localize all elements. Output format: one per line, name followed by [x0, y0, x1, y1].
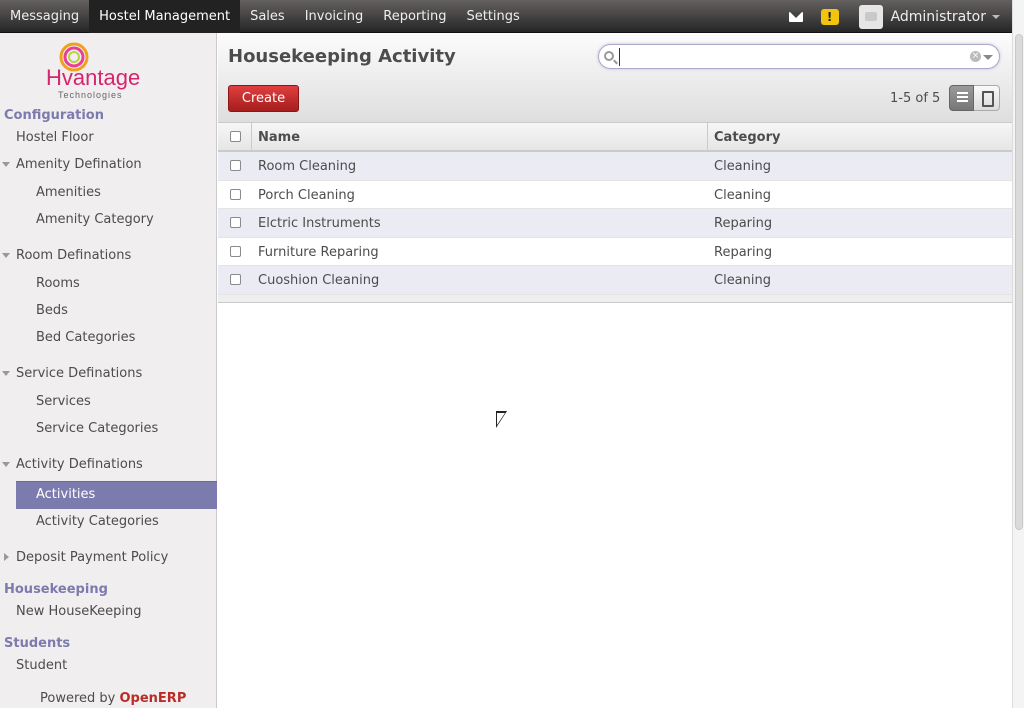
page-title: Housekeeping Activity	[228, 46, 456, 67]
expand-down-icon[interactable]	[2, 162, 10, 167]
sidebar-item-hostel-floor[interactable]: Hostel Floor	[16, 130, 94, 145]
sidebar-item-amenities[interactable]: Amenities	[36, 185, 101, 200]
sidebar-item-student[interactable]: Student	[16, 658, 67, 673]
sidebar-item-amenity-category[interactable]: Amenity Category	[36, 212, 154, 227]
search-input[interactable]	[619, 48, 959, 66]
search-box[interactable]: ×	[598, 44, 1000, 69]
cell-category: Cleaning	[714, 159, 771, 174]
menu-messaging[interactable]: Messaging	[0, 0, 89, 33]
cell-name: Elctric Instruments	[258, 216, 381, 232]
cell-name: Porch Cleaning	[258, 187, 355, 203]
alert-icon[interactable]: !	[820, 8, 839, 25]
table-row[interactable]: Porch Cleaning Cleaning	[218, 180, 1012, 210]
sidebar-item-service-definations[interactable]: Service Definations	[16, 366, 142, 381]
menu-reporting[interactable]: Reporting	[373, 0, 456, 33]
row-checkbox[interactable]	[230, 188, 241, 200]
select-all-checkbox[interactable]	[230, 131, 241, 142]
cell-name: Cuoshion Cleaning	[258, 273, 380, 289]
user-area: ! Administrator	[788, 0, 1014, 33]
sidebar-item-activity-definations[interactable]: Activity Definations	[16, 457, 143, 472]
pager: 1-5 of 5	[890, 91, 941, 106]
avatar[interactable]	[858, 4, 883, 29]
powered-by-label: Powered by	[40, 691, 116, 706]
column-category[interactable]: Category	[714, 130, 780, 145]
sidebar-item-amenity-defination[interactable]: Amenity Defination	[16, 157, 142, 172]
row-checkbox[interactable]	[230, 274, 241, 286]
sidebar-item-room-definations[interactable]: Room Definations	[16, 248, 131, 263]
expand-down-icon[interactable]	[2, 371, 10, 376]
menu-sales[interactable]: Sales	[240, 0, 295, 33]
table-row[interactable]: Furniture Reparing Reparing	[218, 237, 1012, 267]
expand-right-icon[interactable]	[4, 553, 9, 561]
records-table: Name Category Room Cleaning Cleaning Por…	[218, 123, 1012, 303]
top-navbar: Messaging Hostel Management Sales Invoic…	[0, 0, 1014, 33]
cell-category: Reparing	[714, 216, 773, 232]
mouse-cursor-fill	[497, 413, 505, 425]
view-header: Housekeeping Activity × Create 1-5 of 5	[218, 33, 1012, 123]
cell-name: Furniture Reparing	[258, 244, 379, 260]
mail-icon[interactable]	[788, 11, 803, 22]
expand-down-icon[interactable]	[2, 253, 10, 258]
menu-hostel-management[interactable]: Hostel Management	[89, 0, 241, 33]
clear-icon[interactable]: ×	[970, 51, 981, 62]
section-housekeeping: Housekeeping	[4, 582, 108, 597]
user-menu[interactable]: Administrator	[891, 9, 986, 25]
openerp-link[interactable]: OpenERP	[120, 691, 187, 706]
sidebar-item-bed-categories[interactable]: Bed Categories	[36, 330, 135, 345]
cell-category: Reparing	[714, 244, 773, 260]
sidebar-item-services[interactable]: Services	[36, 394, 91, 409]
form-view-icon[interactable]	[974, 85, 1000, 111]
chevron-down-icon[interactable]	[992, 14, 1000, 19]
main-content: Housekeeping Activity × Create 1-5 of 5 …	[218, 33, 1012, 708]
menu-settings[interactable]: Settings	[456, 0, 529, 33]
table-footer	[218, 294, 1012, 303]
top-menu: Messaging Hostel Management Sales Invoic…	[0, 0, 530, 33]
search-options-icon[interactable]	[983, 55, 993, 60]
page-scrollbar[interactable]	[1012, 0, 1024, 708]
table-row[interactable]: Elctric Instruments Reparing	[218, 209, 1012, 238]
cell-category: Cleaning	[714, 273, 771, 289]
cell-name: Room Cleaning	[258, 159, 357, 174]
row-checkbox[interactable]	[230, 160, 241, 171]
sidebar-item-new-housekeeping[interactable]: New HouseKeeping	[16, 604, 141, 619]
logo-text: Hvantage	[46, 65, 140, 90]
table-row[interactable]: Room Cleaning Cleaning	[218, 152, 1012, 181]
section-configuration: Configuration	[4, 108, 104, 123]
section-students: Students	[4, 636, 71, 651]
sidebar-item-service-categories[interactable]: Service Categories	[36, 421, 158, 436]
scrollbar-thumb[interactable]	[1015, 34, 1023, 530]
row-checkbox[interactable]	[230, 245, 241, 257]
sidebar-item-activities-label[interactable]: Activities	[36, 487, 95, 502]
company-logo: Hvantage Technologies	[46, 42, 140, 100]
create-button[interactable]: Create	[228, 85, 299, 112]
table-row[interactable]: Cuoshion Cleaning Cleaning	[218, 266, 1012, 295]
powered-by: Powered by OpenERP	[40, 691, 186, 706]
cell-category: Cleaning	[714, 187, 771, 203]
logo-subtext: Technologies	[58, 90, 123, 100]
expand-down-icon[interactable]	[2, 462, 10, 467]
row-checkbox[interactable]	[230, 217, 241, 229]
sidebar: Hvantage Technologies Configuration Host…	[0, 33, 217, 708]
search-icon	[604, 51, 614, 61]
sidebar-item-deposit-payment-policy[interactable]: Deposit Payment Policy	[16, 550, 168, 565]
menu-invoicing[interactable]: Invoicing	[295, 0, 374, 33]
table-header: Name Category	[218, 123, 1012, 152]
sidebar-item-rooms[interactable]: Rooms	[36, 276, 80, 291]
column-name[interactable]: Name	[258, 130, 300, 145]
list-view-icon[interactable]	[949, 85, 974, 111]
sidebar-item-beds[interactable]: Beds	[36, 303, 68, 318]
sidebar-item-activity-categories[interactable]: Activity Categories	[36, 514, 159, 529]
